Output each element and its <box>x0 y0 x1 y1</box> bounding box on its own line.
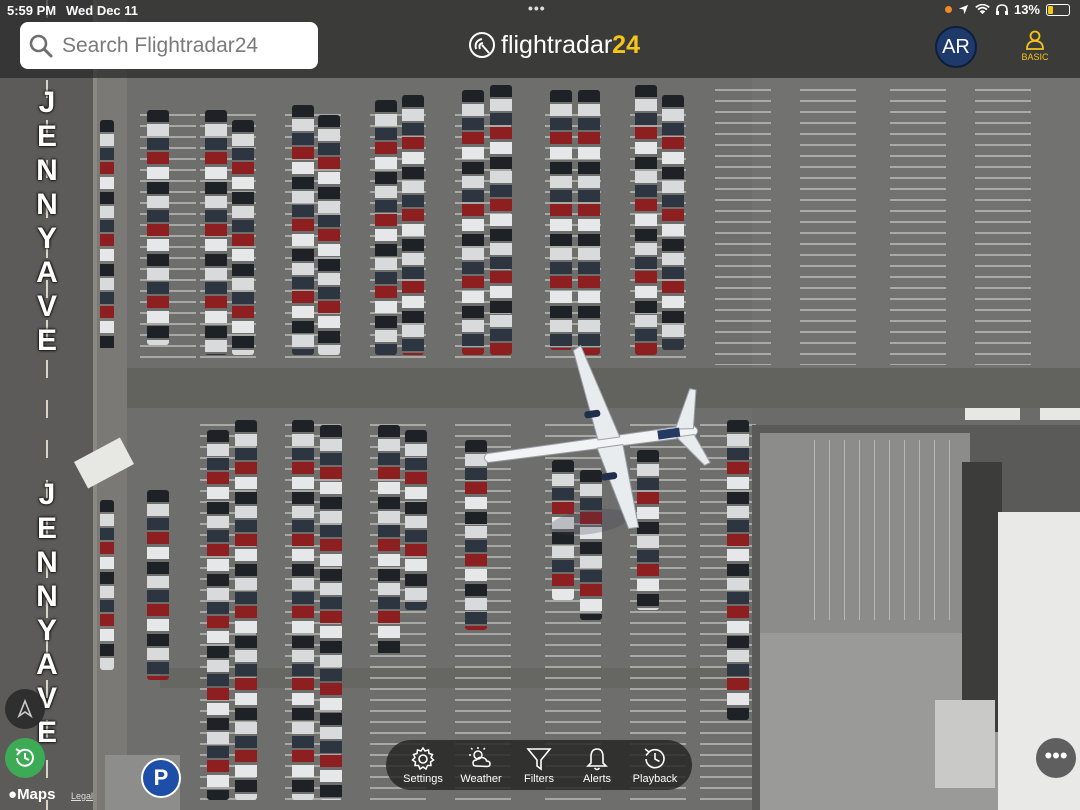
alerts-label: Alerts <box>582 772 612 785</box>
location-arrow-icon <box>958 4 969 15</box>
more-button[interactable]: ••• <box>1036 738 1076 778</box>
navigation-arrow-icon <box>17 699 33 719</box>
parking-stalls <box>800 80 856 365</box>
parking-poi-icon[interactable]: P <box>141 758 181 798</box>
weather-label: Weather <box>460 772 502 785</box>
battery-percent: 13% <box>1013 2 1040 17</box>
rooftop-unit <box>935 700 995 788</box>
parked-cars <box>378 425 400 655</box>
user-icon <box>1026 30 1044 50</box>
status-bar: 5:59 PM Wed Dec 11 ••• 13% <box>0 0 1080 20</box>
parked-cars <box>662 95 684 350</box>
parked-cars <box>490 85 512 355</box>
parked-cars <box>205 110 227 355</box>
filters-button[interactable]: Filters <box>512 746 567 785</box>
parked-cars <box>232 120 254 355</box>
wifi-icon <box>975 4 990 15</box>
compass-button[interactable] <box>5 689 45 729</box>
logo-text: flightradar24 <box>501 30 640 59</box>
alerts-button[interactable]: Alerts <box>570 746 625 785</box>
parked-cars <box>635 85 657 355</box>
parked-cars <box>100 500 114 670</box>
playback-button[interactable]: Playback <box>628 746 683 785</box>
filter-icon <box>526 747 552 771</box>
parked-cars <box>727 420 749 720</box>
app-logo: flightradar24 <box>468 28 640 62</box>
radar-logo-icon <box>469 32 495 58</box>
parked-cars <box>235 420 257 800</box>
parked-cars <box>320 425 342 800</box>
parked-cars <box>318 115 340 355</box>
parked-cars <box>578 90 600 355</box>
parked-cars <box>462 90 484 355</box>
maps-attribution: ●Maps <box>8 786 56 803</box>
headphones-icon <box>995 3 1008 15</box>
bottom-toolbar: Settings Weather Filters Alerts Playback <box>386 740 692 790</box>
account-basic-button[interactable]: BASIC <box>1018 30 1052 62</box>
parked-cars <box>147 490 169 680</box>
parking-stalls <box>890 80 946 365</box>
status-indicators: 13% <box>944 2 1070 17</box>
roof-markings <box>800 440 960 620</box>
search-input[interactable] <box>60 32 314 59</box>
battery-icon <box>1046 3 1070 16</box>
street-label-north: JENNY AVE <box>36 86 58 357</box>
parked-cars <box>147 110 169 345</box>
settings-button[interactable]: Settings <box>396 746 451 785</box>
parked-cars <box>375 100 397 355</box>
parked-cars <box>100 120 114 350</box>
satellite-map[interactable]: JENNY AVE JENNY AVE <box>0 0 1080 810</box>
playback-shortcut-button[interactable] <box>5 738 45 778</box>
recording-dot-icon <box>944 6 952 13</box>
truck-trailer <box>965 408 1020 420</box>
parked-cars <box>402 95 424 355</box>
legal-link[interactable]: Legal <box>71 791 93 801</box>
truck-trailer <box>1040 408 1080 420</box>
settings-label: Settings <box>403 772 443 785</box>
search-icon <box>29 34 53 57</box>
weather-button[interactable]: Weather <box>454 746 509 785</box>
multitask-dots[interactable]: ••• <box>528 0 546 16</box>
apple-logo-icon: ● <box>8 786 18 803</box>
ar-button[interactable]: AR <box>935 26 977 68</box>
parked-cars <box>550 90 572 350</box>
parked-cars <box>292 420 314 800</box>
history-icon <box>15 748 34 767</box>
parked-cars <box>292 105 314 355</box>
plan-label: BASIC <box>1021 52 1049 62</box>
building-shadow <box>962 462 1002 732</box>
bell-icon <box>586 747 608 770</box>
parked-cars <box>405 430 427 610</box>
aircraft-icon[interactable] <box>470 340 730 540</box>
history-icon <box>644 747 665 768</box>
parked-cars <box>207 430 229 800</box>
gear-icon <box>411 746 435 770</box>
playback-label: Playback <box>632 772 678 785</box>
filters-label: Filters <box>524 772 554 785</box>
search-bar[interactable] <box>20 22 318 69</box>
parking-stalls <box>715 80 771 365</box>
status-date: Wed Dec 11 <box>66 3 139 18</box>
status-time: 5:59 PM <box>7 3 57 18</box>
parking-stalls <box>975 80 1031 365</box>
weather-icon <box>469 746 491 767</box>
